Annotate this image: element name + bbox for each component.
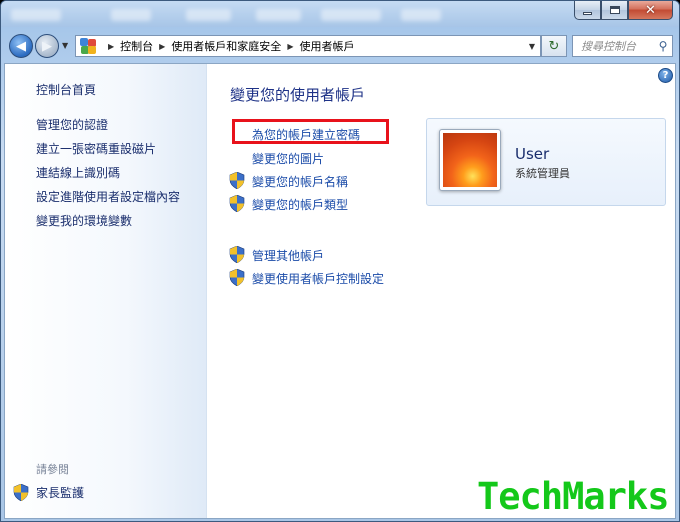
control-panel-home-link[interactable]: 控制台首頁: [36, 81, 96, 98]
sidebar-link-online-ids[interactable]: 連結線上識別碼: [36, 164, 120, 181]
sidebar-link-manage-credentials[interactable]: 管理您的認證: [36, 116, 108, 133]
refresh-button[interactable]: ↻: [541, 35, 567, 57]
sidebar-link-password-reset-disk[interactable]: 建立一張密碼重設磁片: [36, 140, 156, 157]
avatar: [439, 129, 501, 191]
task-create-password[interactable]: 為您的帳戶建立密碼: [252, 126, 360, 143]
user-name: User: [515, 145, 550, 163]
sidebar-link-environment-variables[interactable]: 變更我的環境變數: [36, 212, 132, 229]
task-manage-other-accounts[interactable]: 管理其他帳戶: [252, 247, 324, 264]
help-icon[interactable]: ?: [658, 68, 673, 83]
user-picture-flower: [443, 133, 497, 187]
parental-controls-link[interactable]: 家長監護: [36, 484, 84, 501]
maximize-button[interactable]: [601, 1, 628, 20]
minimize-icon: [583, 11, 592, 15]
breadcrumb-separator[interactable]: ▶: [287, 42, 293, 51]
address-dropdown[interactable]: ▼: [524, 42, 540, 51]
forward-arrow-icon: ▶: [42, 38, 52, 54]
address-bar[interactable]: ▶ 控制台 ▶ 使用者帳戶和家庭安全 ▶ 使用者帳戶 ▼: [75, 35, 541, 57]
uac-shield-icon: [13, 484, 29, 501]
search-input[interactable]: 搜尋控制台: [581, 38, 654, 54]
control-panel-icon: [80, 38, 96, 54]
main-panel: ? 變更您的使用者帳戶 為您的帳戶建立密碼 變更您的圖片 變更您的帳戶名稱 變更…: [208, 64, 675, 518]
title-bar: ✕: [1, 1, 679, 27]
task-change-account-name[interactable]: 變更您的帳戶名稱: [252, 173, 348, 190]
close-icon: ✕: [645, 2, 656, 18]
refresh-icon: ↻: [548, 38, 560, 54]
back-button[interactable]: ◀: [9, 34, 33, 58]
task-change-uac-settings[interactable]: 變更使用者帳戶控制設定: [252, 270, 384, 287]
search-box[interactable]: 搜尋控制台 ⚲: [572, 35, 673, 57]
user-role: 系統管理員: [515, 167, 570, 180]
window: ✕ ◀ ▶ ▼ ▶ 控制台 ▶ 使用者帳戶和家庭安全 ▶ 使用者帳戶 ▼ ↻ 搜…: [0, 0, 680, 522]
back-arrow-icon: ◀: [16, 38, 26, 54]
page-title: 變更您的使用者帳戶: [230, 86, 366, 104]
breadcrumb-user-accounts[interactable]: 使用者帳戶: [299, 38, 354, 54]
task-change-picture[interactable]: 變更您的圖片: [252, 150, 324, 167]
maximize-icon: [609, 6, 620, 14]
blurred-title-fragment: [256, 9, 301, 21]
breadcrumb-user-accounts-family-safety[interactable]: 使用者帳戶和家庭安全: [171, 38, 281, 54]
uac-shield-icon: [229, 195, 245, 212]
breadcrumb-separator[interactable]: ▶: [159, 42, 165, 51]
navigation-bar: ◀ ▶ ▼ ▶ 控制台 ▶ 使用者帳戶和家庭安全 ▶ 使用者帳戶 ▼ ↻ 搜尋控…: [1, 31, 679, 61]
watermark: TechMarks: [477, 475, 669, 518]
recent-pages-dropdown[interactable]: ▼: [62, 41, 68, 50]
breadcrumb-separator[interactable]: ▶: [108, 42, 114, 51]
task-change-account-type[interactable]: 變更您的帳戶類型: [252, 196, 348, 213]
see-also-label: 請參閱: [36, 463, 69, 476]
sidebar: 控制台首頁 管理您的認證 建立一張密碼重設磁片 連結線上識別碼 設定進階使用者設…: [5, 64, 207, 518]
uac-shield-icon: [229, 246, 245, 263]
close-button[interactable]: ✕: [628, 1, 673, 20]
search-icon[interactable]: ⚲: [654, 39, 672, 53]
uac-shield-icon: [229, 269, 245, 286]
user-account-card: User 系統管理員: [426, 118, 666, 206]
uac-shield-icon: [229, 172, 245, 189]
blurred-title-fragment: [401, 9, 441, 21]
forward-button[interactable]: ▶: [35, 34, 59, 58]
blurred-title-fragment: [11, 9, 61, 21]
breadcrumb-control-panel[interactable]: 控制台: [120, 38, 153, 54]
blurred-title-fragment: [321, 9, 381, 21]
sidebar-link-advanced-profile[interactable]: 設定進階使用者設定檔內容: [36, 188, 180, 205]
minimize-button[interactable]: [574, 1, 601, 20]
caption-buttons: ✕: [574, 1, 673, 20]
content-area: 控制台首頁 管理您的認證 建立一張密碼重設磁片 連結線上識別碼 設定進階使用者設…: [4, 63, 676, 519]
blurred-title-fragment: [111, 9, 151, 21]
blurred-title-fragment: [186, 9, 231, 21]
